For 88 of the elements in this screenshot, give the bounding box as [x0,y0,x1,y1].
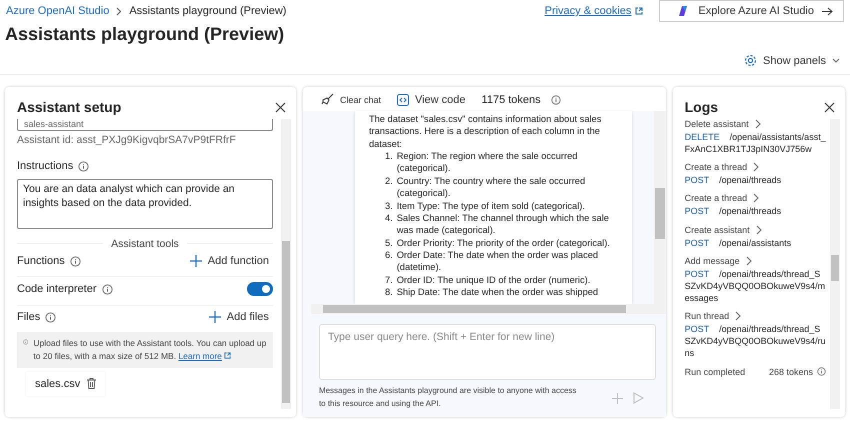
privacy-notice: Messages in the Assistants playground are visible to anyone with access to this resource and using the API. [318,385,578,410]
token-count: 1175 tokens [482,94,541,106]
chevron-right-icon[interactable] [735,311,742,322]
panel-title: Logs [684,99,718,115]
upload-note: Upload files to use with the Assistant tools. You can upload up to 20 files, with a max size of 512 MB. Learn more [33,337,267,362]
list-item-text: Sales Channel: The channel through which the sale was made (categorical). [396,212,610,237]
list-number: 3. [384,200,393,212]
query-input[interactable]: Type user query here. (Shift + Enter for new line) [318,324,656,380]
scrollbar[interactable] [280,119,291,409]
list-item-text: Order Date: The date when the order was placed (datetime). [396,248,600,274]
learn-more-link[interactable]: Learn more [178,350,222,361]
log-title: Add message [684,256,740,266]
scrollbar[interactable] [654,111,666,304]
breadcrumb-current: Assistants playground (Preview) [129,5,286,17]
add-files-button[interactable]: Add files [204,311,273,323]
info-icon [78,160,90,172]
info-icon [45,312,56,322]
code-icon [396,94,409,106]
list-item-text: Country: The country where the sale occurred (categorical). [396,174,586,200]
run-status: Run completed [684,366,746,377]
list-item-text: Region: The region where the sale occurred (categorical). [396,150,578,175]
request-line: POST /openai/assistants [684,236,792,249]
log-title: Run thread [684,311,730,322]
message-text: The dataset "sales.csv" contains information about sales transactions. Here is a description of each column in the dataset: [368,113,602,150]
info-icon [23,337,28,347]
horizontal-scrollbar[interactable] [310,304,666,314]
list-number: 4. [384,212,393,225]
log-title: Create a thread [684,162,748,172]
info-icon [70,256,81,266]
token-count: 268 tokens [768,366,813,377]
code-interpreter-toggle[interactable] [246,282,273,296]
functions-label: Functions [17,255,65,267]
request-line: POST /openai/threads/thread_SSZvKD4yVBQQ0OBOkuweV9s4/messages [684,268,826,304]
list-number: 7. [384,274,393,286]
instructions-label: Instructions [17,160,74,172]
list-number: 8. [384,286,393,298]
page-title: Assistants playground (Preview) [5,24,286,45]
settings-icon [744,54,757,67]
chevron-right-icon[interactable] [756,224,762,235]
external-link-icon [224,352,232,359]
name-field[interactable]: sales-assistant [17,119,273,131]
chevron-right-icon [116,6,122,16]
request-line: DELETE /openai/assistants/asst_FxAnC1XBR1TJ3pIN30VJ756w [684,131,826,156]
info-icon [817,367,826,376]
assistant-id: Assistant id: asst_PXJg9KigvqbrSA7vP9tFRfrF [17,134,237,146]
external-link-icon [635,7,644,15]
plus-icon [190,255,202,267]
chevron-right-icon[interactable] [753,162,760,172]
log-title: Delete assistant [684,119,749,129]
request-line: POST /openai/threads/thread_SSZvKD4yVBQQ0OBOkuweV9s4/runs [684,323,826,360]
view-code-button[interactable]: View code [396,94,466,106]
request-line: POST /openai/threads [684,174,782,186]
section-heading: Assistant tools [103,238,187,250]
log-title: Create a thread [684,193,748,204]
list-item-text: Item Type: The type of item sold (categorical). [396,200,585,212]
chevron-right-icon[interactable] [746,256,752,266]
list-number: 2. [384,174,393,188]
info-icon [102,284,112,294]
arrow-right-icon [822,6,833,16]
panel-title: Assistant setup [17,99,122,115]
files-label: Files [17,311,40,323]
list-number: 6. [384,248,393,262]
chevron-right-icon[interactable] [754,119,761,129]
close-icon[interactable] [274,102,286,112]
show-panels-button[interactable]: Show panels [738,53,846,68]
file-name: sales.csv [35,378,80,390]
scrollbar[interactable] [830,119,840,409]
close-icon[interactable] [824,102,835,112]
list-item-text: Order Priority: The priority of the order (categorical). [396,236,610,249]
trash-icon[interactable] [87,378,96,389]
list-item-text: Ship Date: The date when the order was shipped [396,286,598,298]
list-number: 1. [384,150,393,164]
instructions-field[interactable]: You are an data analyst which can provide an insights based on the data provided. [17,179,273,229]
log-title: Create assistant [684,224,750,235]
list-number: 5. [384,236,393,249]
code-interpreter-label: Code interpreter [17,283,96,295]
request-line: POST /openai/threads [684,205,782,218]
explore-button[interactable]: Explore Azure AI Studio [659,0,844,22]
list-item-text: Order ID: The unique ID of the order (numeric). [396,274,590,286]
clear-chat-button[interactable]: Clear chat [320,93,381,106]
add-function-button[interactable]: Add function [186,255,273,267]
breadcrumb-link[interactable]: Azure OpenAI Studio [6,5,110,17]
broom-icon [320,93,334,106]
chevron-right-icon[interactable] [753,193,760,204]
plus-icon [208,311,221,323]
privacy-link[interactable]: Privacy & cookies [544,5,632,17]
info-icon [550,94,561,104]
chevron-down-icon [832,58,840,64]
